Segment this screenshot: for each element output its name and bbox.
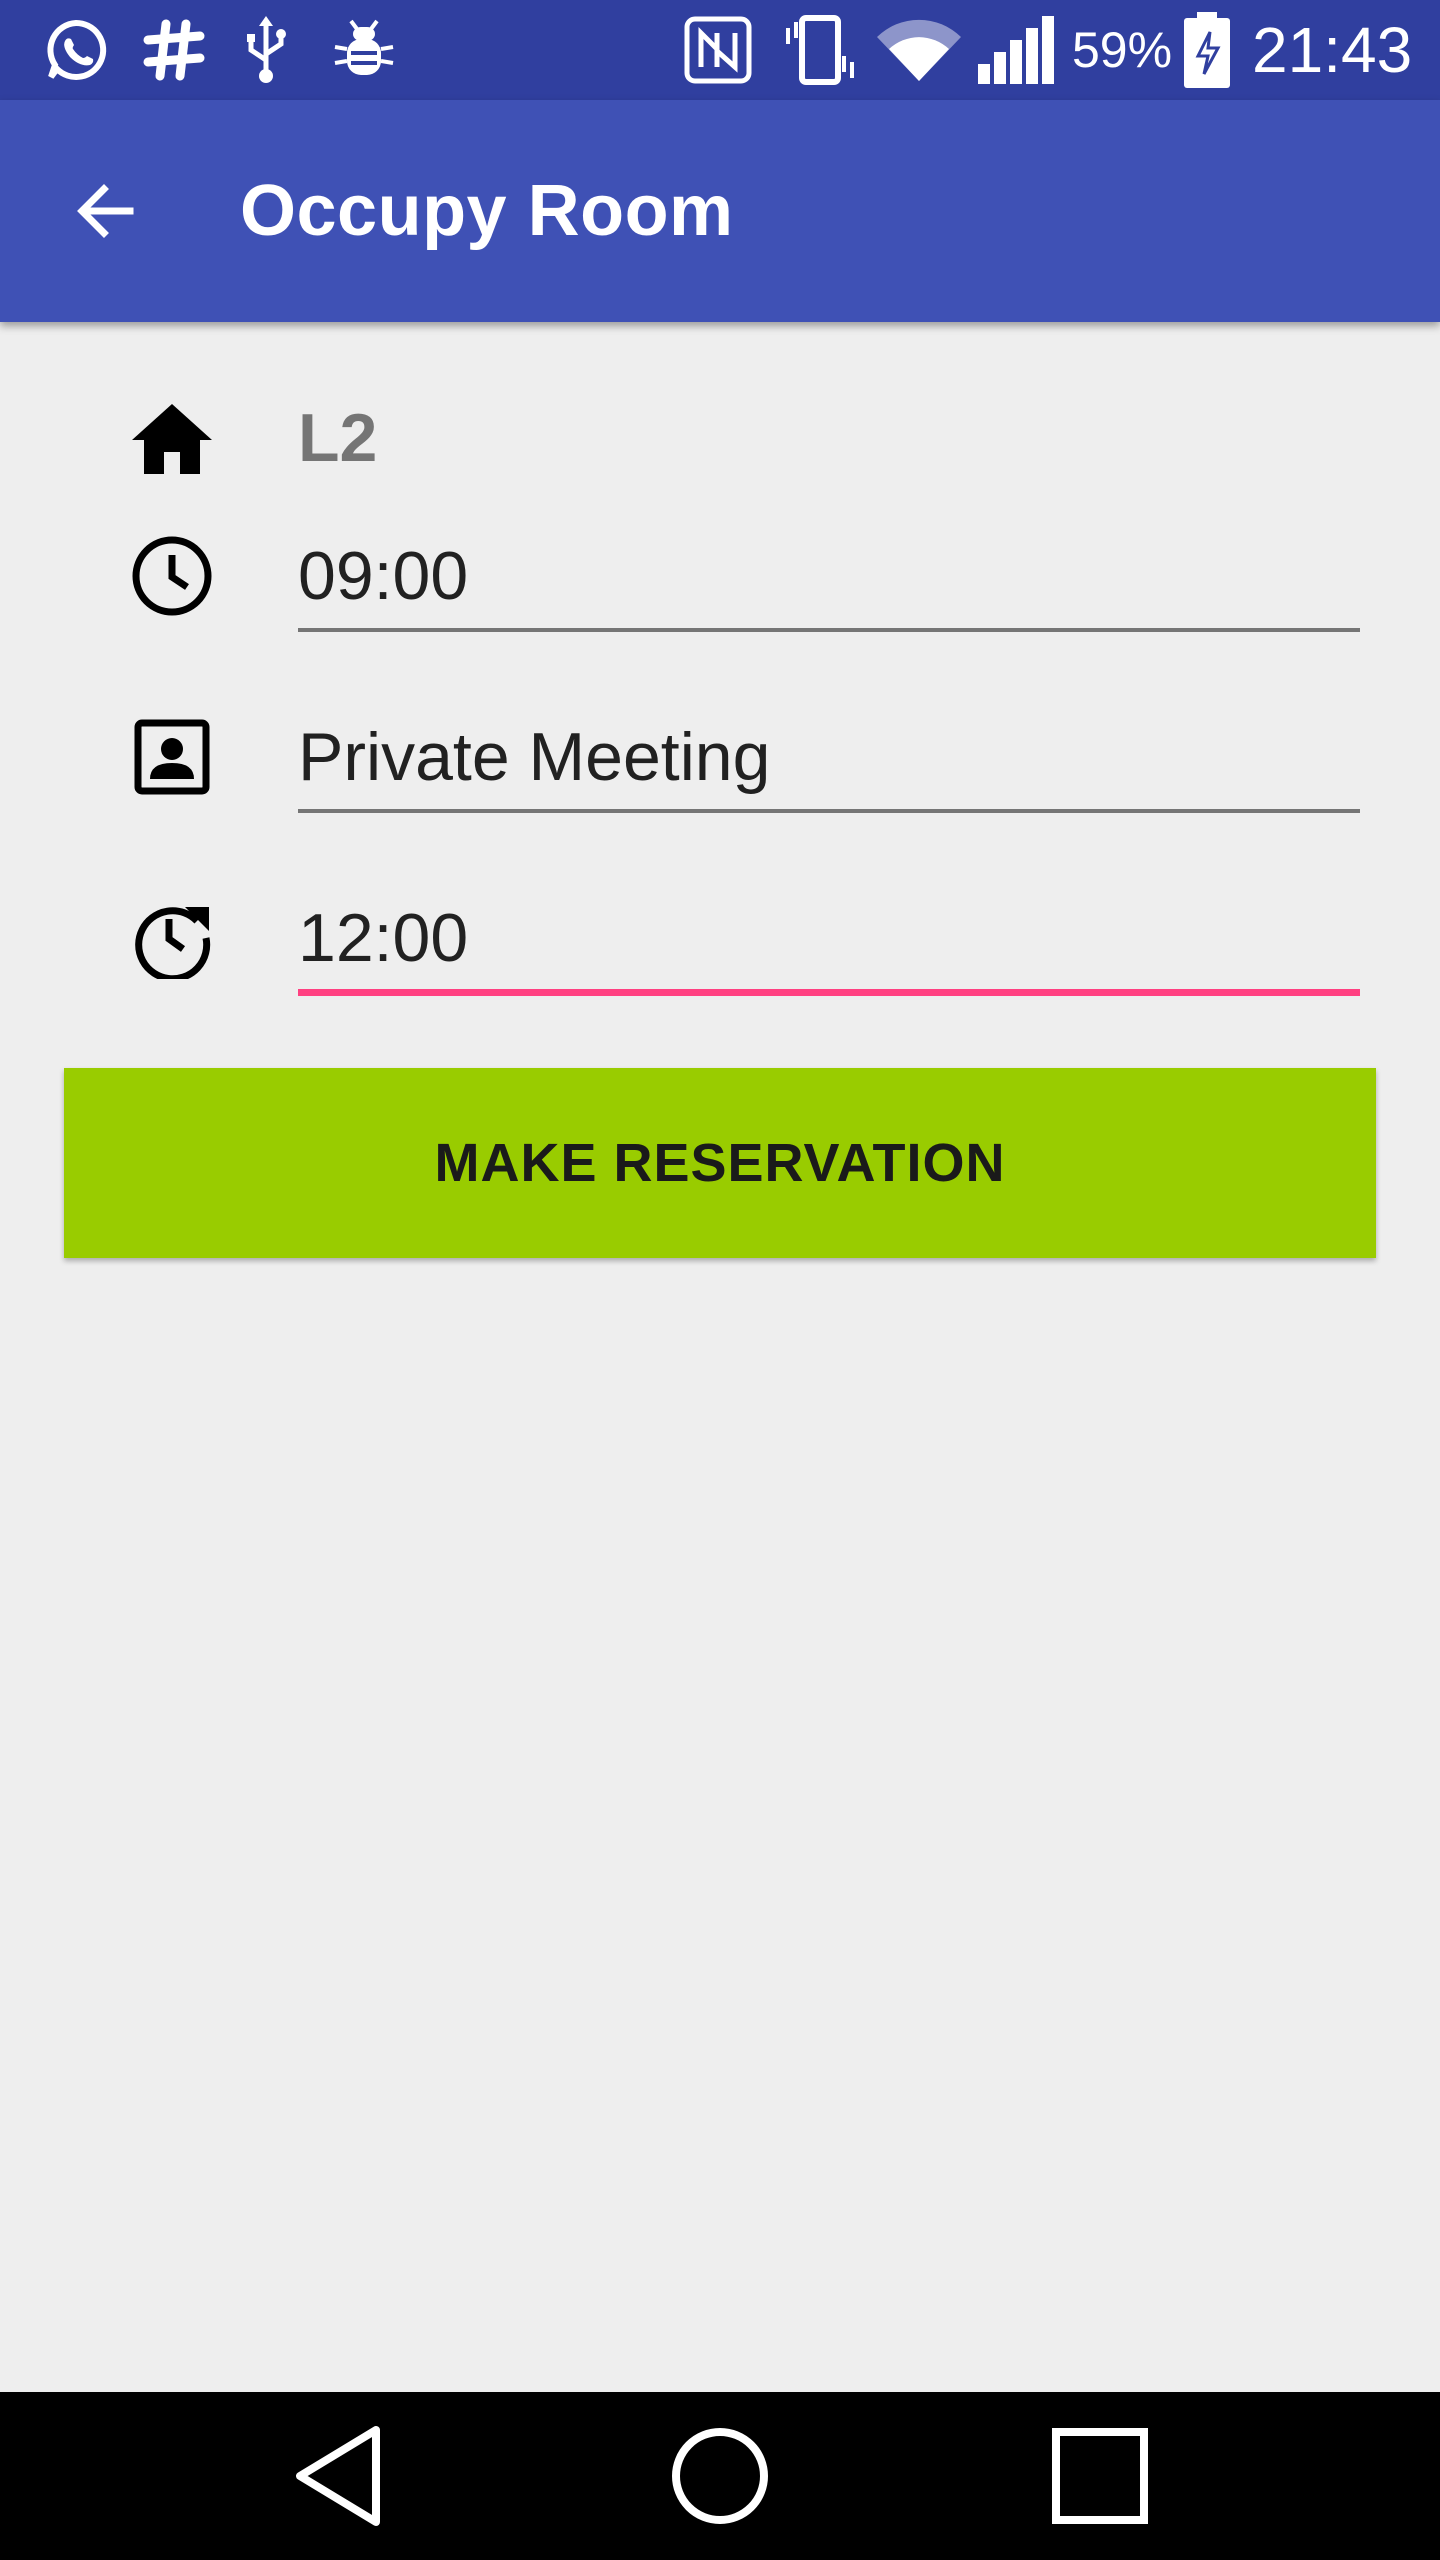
start-time-field[interactable] [298, 526, 1360, 636]
arrow-back-icon [77, 184, 134, 238]
contact-card-icon [120, 705, 224, 809]
page-title: Occupy Room [240, 171, 734, 251]
usb-icon [236, 14, 296, 86]
home-icon [120, 386, 224, 490]
start-time-input[interactable] [298, 526, 1360, 626]
nfc-icon [680, 14, 756, 86]
battery-charging-icon [1182, 12, 1232, 88]
nav-back-button[interactable] [280, 2416, 400, 2536]
end-time-underline-focused [298, 989, 1360, 996]
start-time-underline [298, 628, 1360, 632]
end-time-field[interactable] [298, 888, 1360, 998]
whatsapp-icon [38, 14, 114, 86]
back-button[interactable] [56, 161, 156, 261]
nav-recents-button[interactable] [1040, 2416, 1160, 2536]
make-reservation-label: MAKE RESERVATION [434, 1133, 1006, 1193]
navigation-bar [0, 2392, 1440, 2560]
back-triangle-icon [296, 2426, 380, 2526]
battery-percent: 59% [1072, 22, 1173, 78]
vibrate-icon [778, 14, 862, 86]
make-reservation-button[interactable]: MAKE RESERVATION [64, 1068, 1376, 1258]
end-time-input[interactable] [298, 888, 1360, 988]
signal-icon [972, 14, 1060, 86]
clock-restore-icon [120, 886, 224, 990]
room-name: L2 [298, 400, 378, 476]
status-time: 21:43 [1252, 14, 1413, 86]
purpose-input[interactable] [298, 707, 1360, 807]
purpose-underline [298, 809, 1360, 813]
clock-icon [120, 524, 224, 628]
recents-square-icon [1052, 2428, 1148, 2524]
status-bar: 59% 21:43 [0, 0, 1440, 100]
app-bar: Occupy Room [0, 100, 1440, 322]
wifi-icon [874, 14, 964, 86]
slack-icon [136, 14, 212, 86]
home-circle-icon [672, 2428, 768, 2524]
nav-home-button[interactable] [660, 2416, 780, 2536]
debug-icon [326, 14, 402, 86]
purpose-field[interactable] [298, 707, 1360, 817]
